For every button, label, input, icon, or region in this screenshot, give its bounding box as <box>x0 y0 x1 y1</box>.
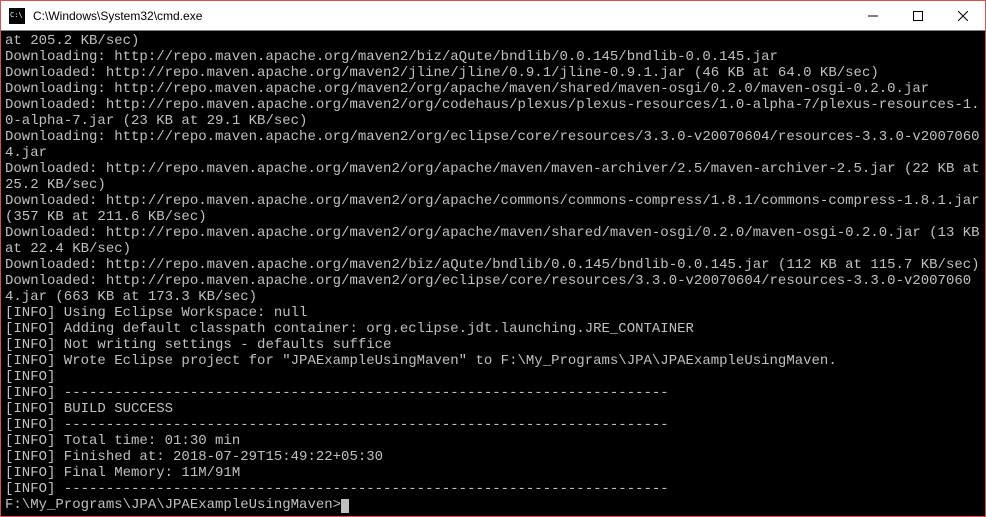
cursor <box>341 499 349 513</box>
titlebar[interactable]: C:\Windows\System32\cmd.exe <box>1 1 985 31</box>
window-title: C:\Windows\System32\cmd.exe <box>31 9 850 23</box>
close-button[interactable] <box>940 1 985 30</box>
maximize-button[interactable] <box>895 1 940 30</box>
cmd-icon <box>9 8 25 24</box>
window-controls <box>850 1 985 30</box>
prompt[interactable]: F:\My_Programs\JPA\JPAExampleUsingMaven> <box>5 497 341 513</box>
minimize-button[interactable] <box>850 1 895 30</box>
console-output[interactable]: at 205.2 KB/sec) Downloading: http://rep… <box>1 31 985 516</box>
